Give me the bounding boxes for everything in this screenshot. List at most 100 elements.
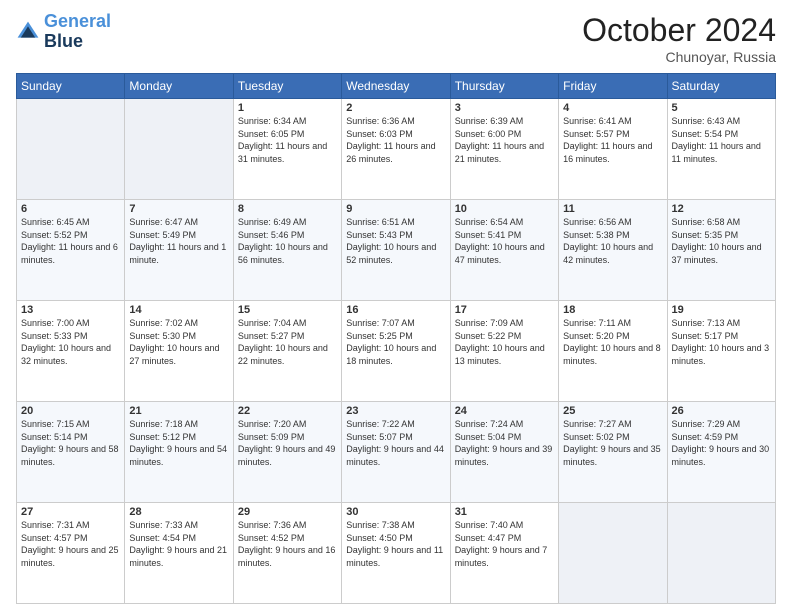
day-content: Sunrise: 7:40 AM Sunset: 4:47 PM Dayligh… bbox=[455, 519, 554, 569]
day-content: Sunrise: 6:51 AM Sunset: 5:43 PM Dayligh… bbox=[346, 216, 445, 266]
calendar-cell: 26Sunrise: 7:29 AM Sunset: 4:59 PM Dayli… bbox=[667, 402, 775, 503]
month-title: October 2024 bbox=[582, 12, 776, 49]
day-content: Sunrise: 6:45 AM Sunset: 5:52 PM Dayligh… bbox=[21, 216, 120, 266]
calendar-cell: 19Sunrise: 7:13 AM Sunset: 5:17 PM Dayli… bbox=[667, 301, 775, 402]
day-content: Sunrise: 6:49 AM Sunset: 5:46 PM Dayligh… bbox=[238, 216, 337, 266]
calendar-cell: 23Sunrise: 7:22 AM Sunset: 5:07 PM Dayli… bbox=[342, 402, 450, 503]
calendar-cell: 3Sunrise: 6:39 AM Sunset: 6:00 PM Daylig… bbox=[450, 99, 558, 200]
header: General Blue October 2024 Chunoyar, Russ… bbox=[16, 12, 776, 65]
day-header-thursday: Thursday bbox=[450, 74, 558, 99]
calendar-cell: 7Sunrise: 6:47 AM Sunset: 5:49 PM Daylig… bbox=[125, 200, 233, 301]
day-number: 26 bbox=[672, 405, 771, 417]
day-number: 18 bbox=[563, 304, 662, 316]
calendar-cell: 28Sunrise: 7:33 AM Sunset: 4:54 PM Dayli… bbox=[125, 503, 233, 604]
day-number: 17 bbox=[455, 304, 554, 316]
day-content: Sunrise: 7:02 AM Sunset: 5:30 PM Dayligh… bbox=[129, 317, 228, 367]
calendar-cell: 13Sunrise: 7:00 AM Sunset: 5:33 PM Dayli… bbox=[17, 301, 125, 402]
day-number: 31 bbox=[455, 506, 554, 518]
calendar-header-row: SundayMondayTuesdayWednesdayThursdayFrid… bbox=[17, 74, 776, 99]
day-content: Sunrise: 6:58 AM Sunset: 5:35 PM Dayligh… bbox=[672, 216, 771, 266]
day-number: 14 bbox=[129, 304, 228, 316]
calendar-week-4: 20Sunrise: 7:15 AM Sunset: 5:14 PM Dayli… bbox=[17, 402, 776, 503]
day-content: Sunrise: 7:09 AM Sunset: 5:22 PM Dayligh… bbox=[455, 317, 554, 367]
calendar-cell bbox=[17, 99, 125, 200]
day-number: 19 bbox=[672, 304, 771, 316]
calendar-cell: 12Sunrise: 6:58 AM Sunset: 5:35 PM Dayli… bbox=[667, 200, 775, 301]
day-number: 6 bbox=[21, 203, 120, 215]
day-number: 11 bbox=[563, 203, 662, 215]
day-number: 23 bbox=[346, 405, 445, 417]
day-number: 10 bbox=[455, 203, 554, 215]
calendar-cell: 25Sunrise: 7:27 AM Sunset: 5:02 PM Dayli… bbox=[559, 402, 667, 503]
day-content: Sunrise: 6:36 AM Sunset: 6:03 PM Dayligh… bbox=[346, 115, 445, 165]
day-content: Sunrise: 6:39 AM Sunset: 6:00 PM Dayligh… bbox=[455, 115, 554, 165]
calendar-cell: 15Sunrise: 7:04 AM Sunset: 5:27 PM Dayli… bbox=[233, 301, 341, 402]
calendar-cell: 2Sunrise: 6:36 AM Sunset: 6:03 PM Daylig… bbox=[342, 99, 450, 200]
day-number: 25 bbox=[563, 405, 662, 417]
calendar-cell: 17Sunrise: 7:09 AM Sunset: 5:22 PM Dayli… bbox=[450, 301, 558, 402]
day-header-saturday: Saturday bbox=[667, 74, 775, 99]
calendar-week-5: 27Sunrise: 7:31 AM Sunset: 4:57 PM Dayli… bbox=[17, 503, 776, 604]
day-number: 27 bbox=[21, 506, 120, 518]
calendar-cell: 1Sunrise: 6:34 AM Sunset: 6:05 PM Daylig… bbox=[233, 99, 341, 200]
calendar-cell: 22Sunrise: 7:20 AM Sunset: 5:09 PM Dayli… bbox=[233, 402, 341, 503]
day-number: 29 bbox=[238, 506, 337, 518]
day-number: 7 bbox=[129, 203, 228, 215]
calendar-cell: 29Sunrise: 7:36 AM Sunset: 4:52 PM Dayli… bbox=[233, 503, 341, 604]
day-content: Sunrise: 6:54 AM Sunset: 5:41 PM Dayligh… bbox=[455, 216, 554, 266]
day-header-sunday: Sunday bbox=[17, 74, 125, 99]
day-content: Sunrise: 7:18 AM Sunset: 5:12 PM Dayligh… bbox=[129, 418, 228, 468]
day-number: 8 bbox=[238, 203, 337, 215]
day-number: 24 bbox=[455, 405, 554, 417]
day-number: 28 bbox=[129, 506, 228, 518]
day-number: 15 bbox=[238, 304, 337, 316]
day-content: Sunrise: 6:34 AM Sunset: 6:05 PM Dayligh… bbox=[238, 115, 337, 165]
day-number: 20 bbox=[21, 405, 120, 417]
calendar-cell: 11Sunrise: 6:56 AM Sunset: 5:38 PM Dayli… bbox=[559, 200, 667, 301]
day-header-monday: Monday bbox=[125, 74, 233, 99]
day-number: 5 bbox=[672, 102, 771, 114]
day-number: 16 bbox=[346, 304, 445, 316]
calendar-cell: 31Sunrise: 7:40 AM Sunset: 4:47 PM Dayli… bbox=[450, 503, 558, 604]
day-content: Sunrise: 7:22 AM Sunset: 5:07 PM Dayligh… bbox=[346, 418, 445, 468]
logo-text: General Blue bbox=[44, 12, 111, 52]
day-content: Sunrise: 7:15 AM Sunset: 5:14 PM Dayligh… bbox=[21, 418, 120, 468]
title-block: October 2024 Chunoyar, Russia bbox=[582, 12, 776, 65]
day-header-wednesday: Wednesday bbox=[342, 74, 450, 99]
page: General Blue October 2024 Chunoyar, Russ… bbox=[0, 0, 792, 612]
day-header-friday: Friday bbox=[559, 74, 667, 99]
day-content: Sunrise: 7:20 AM Sunset: 5:09 PM Dayligh… bbox=[238, 418, 337, 468]
calendar-cell: 21Sunrise: 7:18 AM Sunset: 5:12 PM Dayli… bbox=[125, 402, 233, 503]
calendar-cell: 4Sunrise: 6:41 AM Sunset: 5:57 PM Daylig… bbox=[559, 99, 667, 200]
calendar-cell: 10Sunrise: 6:54 AM Sunset: 5:41 PM Dayli… bbox=[450, 200, 558, 301]
day-content: Sunrise: 7:04 AM Sunset: 5:27 PM Dayligh… bbox=[238, 317, 337, 367]
day-content: Sunrise: 7:11 AM Sunset: 5:20 PM Dayligh… bbox=[563, 317, 662, 367]
day-content: Sunrise: 6:56 AM Sunset: 5:38 PM Dayligh… bbox=[563, 216, 662, 266]
day-number: 3 bbox=[455, 102, 554, 114]
calendar-cell: 6Sunrise: 6:45 AM Sunset: 5:52 PM Daylig… bbox=[17, 200, 125, 301]
location-subtitle: Chunoyar, Russia bbox=[582, 49, 776, 65]
day-content: Sunrise: 6:43 AM Sunset: 5:54 PM Dayligh… bbox=[672, 115, 771, 165]
day-content: Sunrise: 7:07 AM Sunset: 5:25 PM Dayligh… bbox=[346, 317, 445, 367]
day-content: Sunrise: 7:31 AM Sunset: 4:57 PM Dayligh… bbox=[21, 519, 120, 569]
calendar-cell bbox=[125, 99, 233, 200]
day-number: 4 bbox=[563, 102, 662, 114]
day-number: 2 bbox=[346, 102, 445, 114]
calendar-cell: 27Sunrise: 7:31 AM Sunset: 4:57 PM Dayli… bbox=[17, 503, 125, 604]
calendar-cell: 9Sunrise: 6:51 AM Sunset: 5:43 PM Daylig… bbox=[342, 200, 450, 301]
calendar-cell: 30Sunrise: 7:38 AM Sunset: 4:50 PM Dayli… bbox=[342, 503, 450, 604]
calendar-cell bbox=[667, 503, 775, 604]
day-content: Sunrise: 7:13 AM Sunset: 5:17 PM Dayligh… bbox=[672, 317, 771, 367]
day-number: 12 bbox=[672, 203, 771, 215]
day-content: Sunrise: 7:36 AM Sunset: 4:52 PM Dayligh… bbox=[238, 519, 337, 569]
day-number: 30 bbox=[346, 506, 445, 518]
day-content: Sunrise: 7:24 AM Sunset: 5:04 PM Dayligh… bbox=[455, 418, 554, 468]
day-number: 22 bbox=[238, 405, 337, 417]
day-content: Sunrise: 6:47 AM Sunset: 5:49 PM Dayligh… bbox=[129, 216, 228, 266]
day-number: 1 bbox=[238, 102, 337, 114]
calendar-cell: 5Sunrise: 6:43 AM Sunset: 5:54 PM Daylig… bbox=[667, 99, 775, 200]
calendar-week-1: 1Sunrise: 6:34 AM Sunset: 6:05 PM Daylig… bbox=[17, 99, 776, 200]
logo: General Blue bbox=[16, 12, 111, 52]
calendar-cell: 14Sunrise: 7:02 AM Sunset: 5:30 PM Dayli… bbox=[125, 301, 233, 402]
day-content: Sunrise: 7:00 AM Sunset: 5:33 PM Dayligh… bbox=[21, 317, 120, 367]
